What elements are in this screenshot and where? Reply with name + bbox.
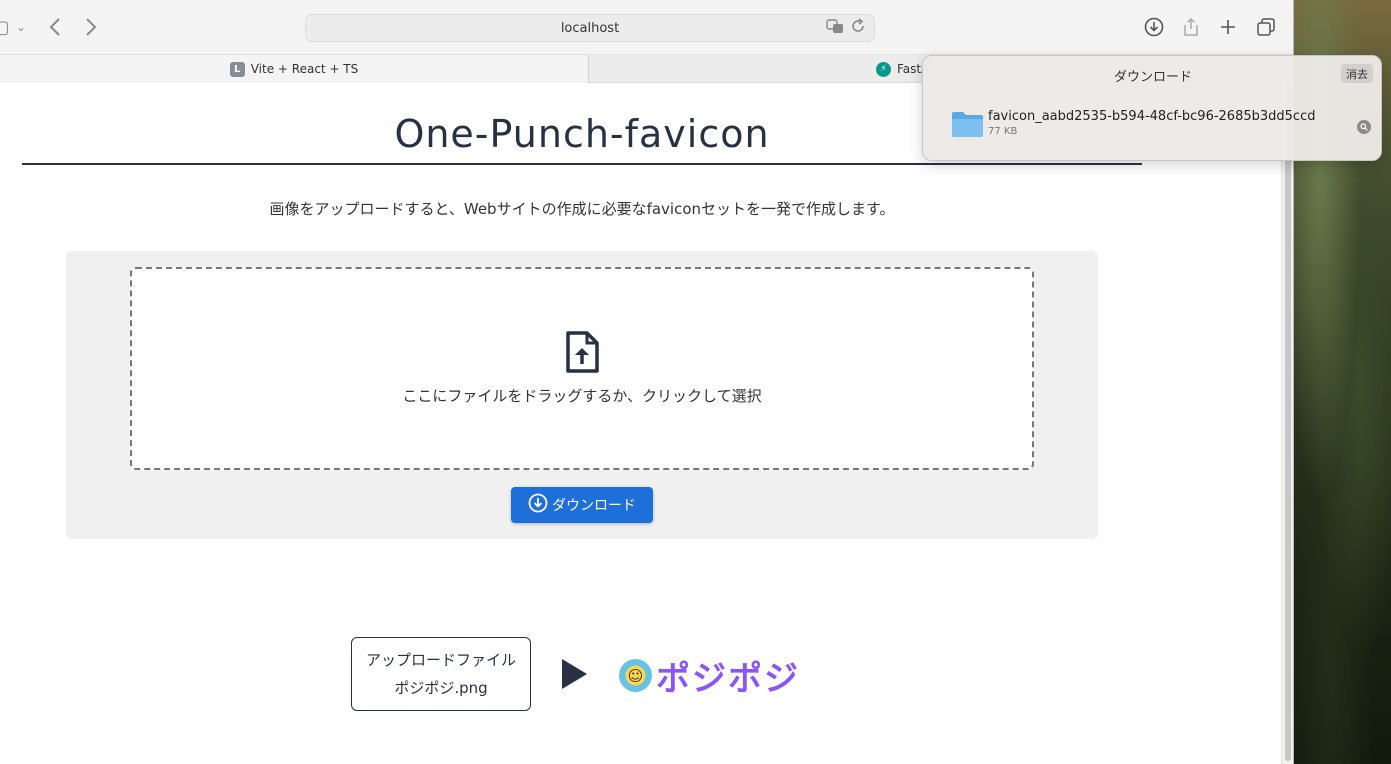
scrollbar-thumb[interactable]: [1285, 85, 1291, 761]
upload-panel: ここにファイルをドラッグするか、クリックして選択 ダウンロード: [66, 251, 1098, 539]
demo-upload-file-box: アップロードファイル ポジポジ.png: [351, 637, 531, 711]
page-content: One-Punch-favicon 画像をアップロードすると、Webサイトの作成…: [0, 83, 1280, 764]
back-icon[interactable]: [42, 14, 68, 40]
forward-icon[interactable]: [78, 14, 104, 40]
share-icon[interactable]: [1178, 14, 1204, 40]
translate-icon[interactable]: [826, 18, 844, 38]
vertical-scrollbar[interactable]: [1281, 83, 1293, 764]
reveal-in-finder-icon[interactable]: [1357, 120, 1371, 134]
reload-icon[interactable]: [850, 18, 866, 38]
download-button[interactable]: ダウンロード: [511, 487, 653, 523]
demo-result: ☺ ポジポジ: [619, 651, 800, 700]
file-upload-icon: [565, 331, 599, 377]
demo-result-text: ポジポジ: [656, 659, 800, 699]
folder-icon: [951, 110, 984, 138]
tab-overview-icon[interactable]: [1253, 14, 1279, 40]
dropzone-text: ここにファイルをドラッグするか、クリックして選択: [402, 387, 762, 405]
download-item[interactable]: favicon_aabd2535-b594-48cf-bc96-2685b3dd…: [951, 104, 1371, 144]
download-circle-icon: [528, 493, 548, 517]
demo-box-line1: アップロードファイル: [365, 651, 516, 669]
tab-vite[interactable]: L Vite + React + TS: [0, 55, 588, 83]
download-filename: favicon_aabd2535-b594-48cf-bc96-2685b3dd…: [988, 109, 1316, 124]
clear-downloads-button[interactable]: 消去: [1341, 64, 1373, 83]
downloads-icon[interactable]: [1141, 14, 1167, 40]
download-button-label: ダウンロード: [552, 498, 636, 514]
address-text: localhost: [560, 20, 620, 36]
tab-favicon: ⚡: [876, 61, 891, 77]
demo-box-line2: ポジポジ.png: [394, 679, 488, 697]
downloads-title: ダウンロード: [1113, 70, 1192, 85]
tab-favicon: L: [229, 61, 245, 77]
chevron-down-icon[interactable]: ⌄: [8, 14, 34, 40]
play-arrow-icon: [562, 659, 587, 689]
download-filesize: 77 KB: [988, 126, 1018, 137]
page-subtitle: 画像をアップロードすると、Webサイトの作成に必要なfaviconセットを一発で…: [269, 200, 895, 218]
browser-toolbar: ▢ ⌄ localhost: [0, 0, 1293, 54]
tab-label: Vite + React + TS: [250, 62, 359, 76]
address-bar[interactable]: localhost: [305, 14, 875, 42]
file-dropzone[interactable]: ここにファイルをドラッグするか、クリックして選択: [130, 267, 1034, 470]
downloads-popover: ダウンロード 消去 favicon_aabd2535-b594-48cf-bc9…: [922, 55, 1382, 161]
new-tab-icon[interactable]: [1215, 14, 1241, 40]
smiley-icon: ☺: [619, 659, 652, 692]
